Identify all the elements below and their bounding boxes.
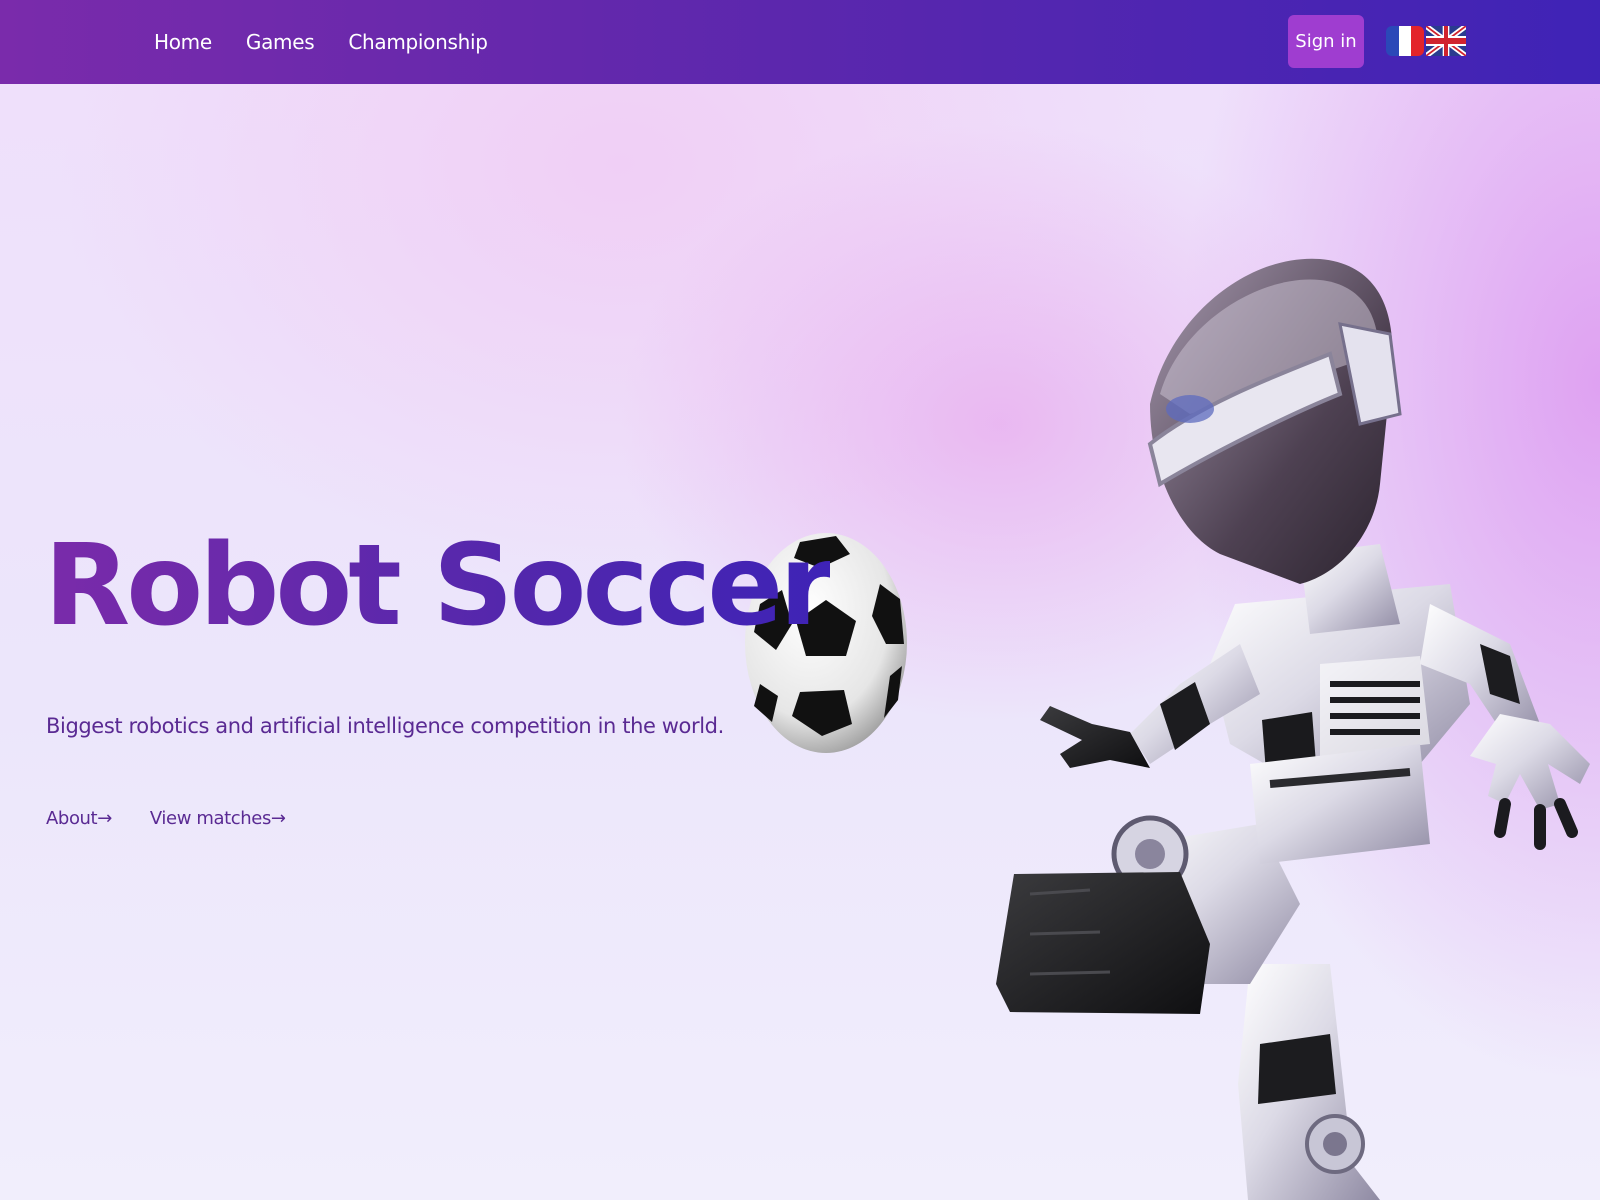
hero-section: Robot Soccer Biggest robotics and artifi… xyxy=(0,84,1600,1200)
view-matches-link[interactable]: View matches→ xyxy=(150,808,286,829)
hero-subtitle: Biggest robotics and artificial intellig… xyxy=(46,714,724,738)
robot-figure xyxy=(996,258,1590,1200)
main-nav: Home Games Championship xyxy=(154,0,488,84)
top-navbar: Home Games Championship Sign in xyxy=(0,0,1600,84)
uk-flag-icon[interactable] xyxy=(1426,26,1466,56)
hero-links: About→ View matches→ xyxy=(46,808,286,829)
about-link[interactable]: About→ xyxy=(46,808,112,829)
france-flag-icon[interactable] xyxy=(1386,26,1424,56)
sign-in-button[interactable]: Sign in xyxy=(1288,15,1364,68)
nav-championship[interactable]: Championship xyxy=(348,30,488,54)
nav-games[interactable]: Games xyxy=(246,30,315,54)
nav-home[interactable]: Home xyxy=(154,30,212,54)
hero-title: Robot Soccer xyxy=(44,521,834,651)
